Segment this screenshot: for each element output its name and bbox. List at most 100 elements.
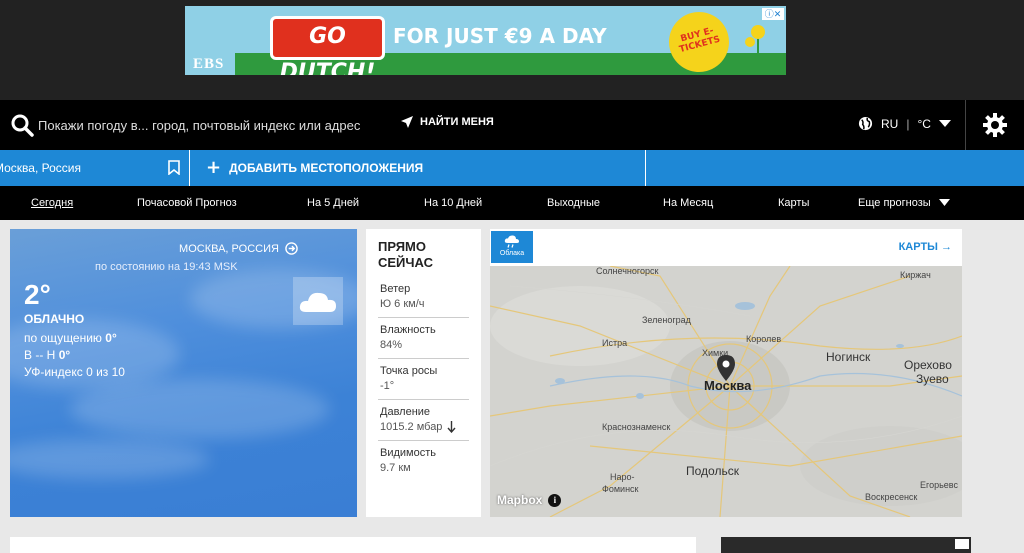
wind-high-low-value: 0° bbox=[58, 348, 71, 362]
search-icon[interactable] bbox=[10, 113, 34, 137]
map-place-zelenograd: Зеленоград bbox=[642, 315, 691, 325]
tab-hourly[interactable]: Почасовой Прогноз bbox=[137, 197, 237, 209]
globe-icon bbox=[858, 116, 873, 131]
weather-condition: ОБЛАЧНО bbox=[24, 312, 85, 326]
gear-icon bbox=[983, 113, 1007, 137]
humidity-label: Влажность bbox=[380, 324, 436, 336]
right-now-panel: ПРЯМО СЕЙЧАС Ветер Ю 6 км/ч Влажность 84… bbox=[366, 229, 481, 517]
visibility-item: Видимость 9.7 км bbox=[378, 441, 469, 481]
ad-close-icon[interactable] bbox=[955, 539, 969, 549]
map-place-solnechnogorsk: Солнечногорск bbox=[596, 266, 659, 276]
arrow-circle-icon bbox=[285, 242, 298, 255]
feels-like-label: по ощущению bbox=[24, 331, 102, 345]
location-bar: Москва, Россия + ДОБАВИТЬ МЕСТОПОЛОЖЕНИЯ bbox=[0, 150, 1024, 186]
map-place-noginsk: Ногинск bbox=[826, 350, 871, 364]
cloudy-weather-icon bbox=[293, 277, 343, 325]
map-place-kirzhach: Киржач bbox=[900, 270, 931, 280]
map-place-krasnoznamensk: Краснознаменск bbox=[602, 422, 671, 432]
wind-item: Ветер Ю 6 км/ч bbox=[378, 277, 469, 318]
pressure-label: Давление bbox=[380, 406, 431, 418]
divider: | bbox=[906, 116, 910, 131]
mapbox-attribution[interactable]: Mapbox i bbox=[497, 493, 562, 507]
next-section-card bbox=[10, 537, 696, 553]
feels-like: по ощущению 0° bbox=[24, 331, 117, 345]
wind-high-low-label: В -- Н bbox=[24, 348, 56, 362]
mapbox-logo: Mapbox bbox=[497, 493, 543, 507]
tab-weekend[interactable]: Выходные bbox=[547, 197, 600, 209]
feels-like-value: 0° bbox=[105, 331, 117, 345]
settings-button[interactable] bbox=[965, 100, 1024, 150]
search-bar: НАЙТИ МЕНЯ RU | °C bbox=[0, 100, 1024, 150]
saved-location[interactable]: Москва, Россия bbox=[0, 150, 190, 186]
cloud-texture bbox=[10, 439, 210, 479]
map-place-podolsk: Подольск bbox=[686, 464, 739, 478]
tab-today[interactable]: Сегодня bbox=[31, 197, 73, 209]
add-location-button[interactable]: + ДОБАВИТЬ МЕСТОПОЛОЖЕНИЯ bbox=[206, 150, 423, 186]
map-panel: Облака КАРТЫ → Солнечногорск Зеленоград … bbox=[490, 229, 962, 517]
forecast-tabs: Сегодня Почасовой Прогноз На 5 Дней На 1… bbox=[0, 186, 1024, 220]
tab-5-day[interactable]: На 5 Дней bbox=[307, 197, 359, 209]
map-place-voskresensk: Воскресенск bbox=[865, 492, 918, 502]
tab-more-forecasts[interactable]: Еще прогнозы bbox=[858, 197, 950, 209]
map-place-fominsk: Фоминск bbox=[602, 484, 639, 494]
ad-bar: GO DUTCH! FOR JUST €9 A DAY BUY E-TICKET… bbox=[0, 0, 1024, 100]
bookmark-icon[interactable] bbox=[168, 160, 180, 175]
wind-high-low: В -- Н 0° bbox=[24, 348, 70, 362]
more-forecasts-label: Еще прогнозы bbox=[858, 197, 931, 209]
search-input[interactable] bbox=[38, 113, 388, 137]
city-label: МОСКВА, РОССИЯ bbox=[179, 242, 279, 255]
ad-bus-text: GO DUTCH! bbox=[270, 16, 385, 75]
cloud-layer-label: Облака bbox=[499, 250, 525, 257]
tab-month[interactable]: На Месяц bbox=[663, 197, 713, 209]
pressure-value: 1015.2 мбар bbox=[380, 421, 443, 433]
divider bbox=[645, 150, 646, 186]
caret-down-icon bbox=[938, 199, 950, 206]
dew-point-item: Точка росы -1° bbox=[378, 359, 469, 400]
info-icon[interactable]: i bbox=[548, 493, 562, 507]
pressure-item: Давление 1015.2 мбар bbox=[378, 400, 469, 441]
unit-label: °C bbox=[917, 116, 931, 131]
dew-point-label: Точка росы bbox=[380, 365, 438, 377]
visibility-label: Видимость bbox=[380, 447, 436, 459]
location-pin-icon bbox=[717, 355, 735, 381]
ad-close-icon[interactable]: ⓘ✕ bbox=[762, 8, 784, 20]
saved-location-label: Москва, Россия bbox=[0, 161, 81, 175]
humidity-value: 84% bbox=[380, 339, 403, 351]
arrow-down-icon bbox=[447, 421, 456, 433]
map[interactable]: Солнечногорск Зеленоград Истра Химки Кор… bbox=[490, 266, 962, 517]
ad-brand: EBS bbox=[193, 56, 225, 72]
wind-value: Ю 6 км/ч bbox=[380, 298, 425, 310]
current-temperature: 2° bbox=[24, 279, 51, 310]
tab-10-day[interactable]: На 10 Дней bbox=[424, 197, 482, 209]
current-conditions-card: МОСКВА, РОССИЯ по состоянию на 19:43 MSK… bbox=[10, 229, 357, 517]
city-name[interactable]: МОСКВА, РОССИЯ bbox=[10, 242, 357, 255]
map-place-istra: Истра bbox=[602, 338, 628, 348]
uv-index: УФ-индекс 0 из 10 bbox=[24, 365, 125, 379]
wind-label: Ветер bbox=[380, 283, 411, 295]
language-label: RU bbox=[881, 116, 899, 131]
ad-banner[interactable]: GO DUTCH! FOR JUST €9 A DAY BUY E-TICKET… bbox=[185, 6, 786, 75]
find-me-button[interactable]: НАЙТИ МЕНЯ bbox=[400, 115, 494, 129]
plus-icon: + bbox=[206, 157, 222, 178]
find-me-label: НАЙТИ МЕНЯ bbox=[420, 116, 494, 128]
dew-point-value: -1° bbox=[380, 380, 395, 392]
cloud-layer-button[interactable]: Облака bbox=[491, 231, 533, 263]
right-now-title: ПРЯМО СЕЙЧАС bbox=[378, 239, 433, 270]
map-place-zuevo: Зуево bbox=[916, 372, 949, 386]
map-place-orekhovo: Орехово bbox=[904, 358, 952, 372]
add-location-label: ДОБАВИТЬ МЕСТОПОЛОЖЕНИЯ bbox=[229, 161, 424, 175]
visibility-value: 9.7 км bbox=[380, 462, 411, 474]
map-place-egorevsk: Егорьевс bbox=[920, 480, 958, 490]
language-unit-selector[interactable]: RU | °C bbox=[858, 116, 951, 131]
updated-time: по состоянию на 19:43 MSK bbox=[95, 261, 238, 273]
flowers-icon bbox=[745, 25, 765, 62]
cloud-texture bbox=[70, 379, 330, 439]
caret-down-icon bbox=[938, 119, 951, 127]
tab-maps[interactable]: Карты bbox=[778, 197, 809, 209]
cloud-rain-icon bbox=[504, 235, 519, 248]
location-arrow-icon bbox=[401, 116, 413, 128]
map-header: Облака КАРТЫ → bbox=[490, 229, 962, 266]
maps-link[interactable]: КАРТЫ → bbox=[899, 241, 952, 253]
humidity-item: Влажность 84% bbox=[378, 318, 469, 359]
bottom-ad[interactable] bbox=[721, 537, 971, 553]
